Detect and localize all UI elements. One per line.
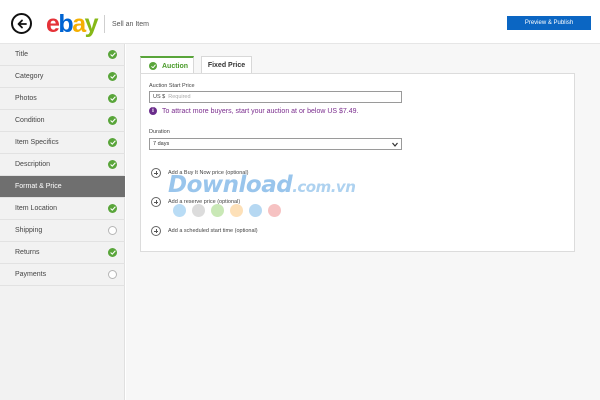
sidebar-item-label: Payments [15,271,47,278]
sidebar-item-title[interactable]: Title [0,44,125,66]
check-circle-icon [108,138,117,147]
check-circle-icon [108,72,117,81]
add-reserve-price-label: Add a reserve price (optional) [168,199,241,205]
sidebar-item-label: Photos [15,95,37,102]
duration-select[interactable]: 7 days [149,138,402,150]
check-circle-icon [108,160,117,169]
tab-fixed-price[interactable]: Fixed Price [201,56,252,74]
sidebar-item-label: Item Specifics [15,139,59,146]
duration-value: 7 days [153,141,170,147]
add-reserve-price-button[interactable]: Add a reserve price (optional) [151,197,240,207]
tab-auction[interactable]: Auction [140,56,194,74]
tab-fixed-price-label: Fixed Price [207,62,246,69]
duration-label: Duration [149,129,170,135]
app-header: ebay Sell an Item Preview & Publish [0,0,600,44]
sidebar-item-label: Title [15,51,28,58]
sidebar-item-payments[interactable]: Payments [0,264,125,286]
add-scheduled-start-button[interactable]: Add a scheduled start time (optional) [151,226,258,236]
sidebar-item-label: Category [15,73,44,80]
sidebar: Title Category Photos Condition Item Specifi… [0,44,125,400]
ebay-logo: ebay [46,10,99,38]
check-circle-icon [108,94,117,103]
start-price-label: Auction Start Price [149,83,195,89]
check-circle-icon [108,248,117,257]
check-circle-icon [108,50,117,59]
back-button[interactable] [11,13,32,34]
sidebar-item-description[interactable]: Description [0,154,125,176]
back-arrow-icon [17,19,27,28]
sidebar-item-label: Item Location [15,205,58,212]
page-title: Sell an Item [112,21,149,28]
check-circle-icon [108,116,117,125]
start-price-input[interactable] [168,94,369,100]
sidebar-item-label: Shipping [15,227,43,234]
plus-circle-icon [151,226,161,236]
sidebar-item-label: Description [15,161,51,168]
add-scheduled-start-label: Add a scheduled start time (optional) [168,228,258,234]
sidebar-item-condition[interactable]: Condition [0,110,125,132]
sidebar-item-photos[interactable]: Photos [0,88,125,110]
header-divider [104,15,105,33]
start-price-field[interactable]: US $ [149,91,402,103]
empty-circle-icon [108,270,117,279]
chevron-down-icon [392,142,398,147]
tab-auction-label: Auction [162,62,189,70]
plus-circle-icon [151,168,161,178]
sidebar-item-item-location[interactable]: Item Location [0,198,125,220]
check-circle-icon [108,204,117,213]
preview-publish-button[interactable]: Preview & Publish [507,16,591,30]
sidebar-item-returns[interactable]: Returns [0,242,125,264]
empty-circle-icon [108,226,117,235]
add-buy-it-now-button[interactable]: Add a Buy It Now price (optional) [151,168,248,178]
auction-panel: Auction Start Price US $ i To attract mo… [140,73,575,252]
sidebar-item-label: Condition [15,117,45,124]
plus-circle-icon [151,197,161,207]
sidebar-item-label: Format & Price [15,183,62,190]
sidebar-item-shipping[interactable]: Shipping [0,220,125,242]
sidebar-item-label: Returns [15,249,40,256]
sidebar-item-format-price[interactable]: Format & Price [0,176,125,198]
sidebar-item-category[interactable]: Category [0,66,125,88]
sidebar-item-item-specifics[interactable]: Item Specifics [0,132,125,154]
check-icon [149,62,157,70]
main-content: Auction Fixed Price Auction Start Price … [126,44,600,400]
add-buy-it-now-label: Add a Buy It Now price (optional) [168,170,249,176]
price-tip: i To attract more buyers, start your auc… [149,107,358,115]
currency-label: US $ [153,94,166,100]
info-icon: i [149,107,157,115]
price-tip-text: To attract more buyers, start your aucti… [162,107,359,115]
